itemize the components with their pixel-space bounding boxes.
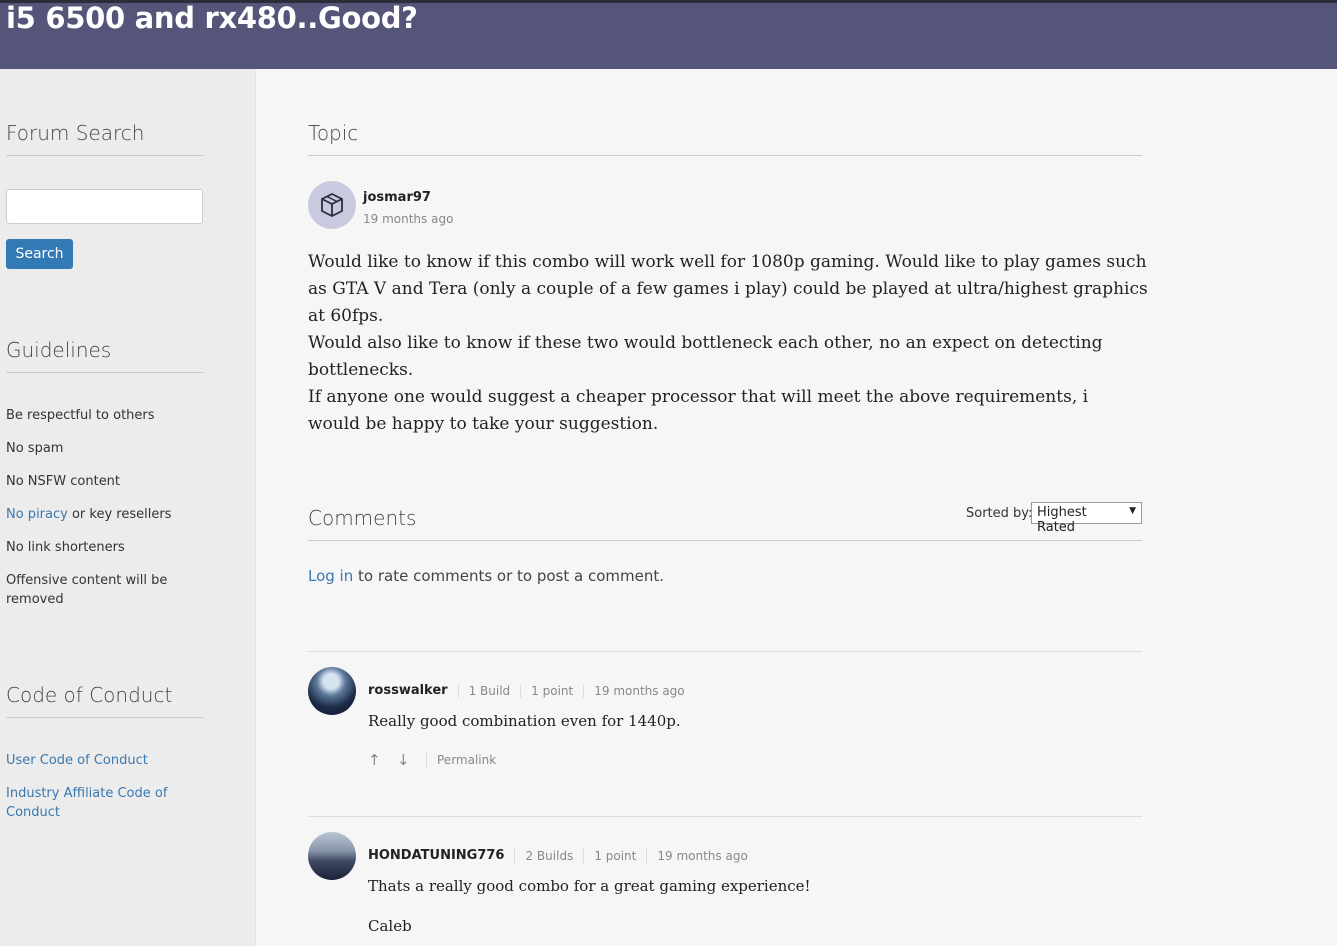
- chevron-down-icon: ▼: [1129, 506, 1136, 516]
- comment-meta: HONDATUNING776 2 Builds 1 point 19 month…: [368, 848, 748, 863]
- divider: [308, 651, 1142, 652]
- guidelines-heading: Guidelines: [6, 338, 203, 373]
- topic-timestamp[interactable]: 19 months ago: [363, 212, 453, 226]
- guideline-item: No spam: [6, 441, 64, 456]
- industry-affiliate-code-link[interactable]: Industry Affiliate Code of Conduct: [6, 784, 176, 822]
- comment-meta: rosswalker 1 Build 1 point 19 months ago: [368, 683, 685, 698]
- meta-separator: [426, 753, 427, 767]
- meta-separator: [520, 683, 522, 698]
- comment-author[interactable]: HONDATUNING776: [368, 848, 504, 863]
- comment-text: Really good combination even for 1440p.: [368, 712, 681, 730]
- topic-heading: Topic: [308, 121, 1142, 156]
- author-avatar[interactable]: [308, 181, 356, 229]
- commenter-avatar[interactable]: [308, 832, 356, 880]
- guideline-item: No piracy or key resellers: [6, 505, 196, 524]
- login-prompt-text: to rate comments or to post a comment.: [353, 567, 665, 585]
- commenter-avatar[interactable]: [308, 667, 356, 715]
- comment-timestamp[interactable]: 19 months ago: [657, 849, 747, 863]
- meta-separator: [646, 848, 648, 863]
- login-link[interactable]: Log in: [308, 567, 353, 585]
- guideline-item: No NSFW content: [6, 474, 121, 489]
- meta-separator: [583, 848, 585, 863]
- search-button[interactable]: Search: [6, 239, 73, 269]
- meta-separator: [514, 848, 516, 863]
- forum-search-heading: Forum Search: [6, 121, 203, 156]
- topic-paragraph: Would also like to know if these two wou…: [308, 333, 1103, 380]
- meta-separator: [583, 683, 585, 698]
- comment-timestamp[interactable]: 19 months ago: [594, 684, 684, 698]
- page-title: i5 6500 and rx480..Good?: [6, 1, 418, 35]
- guideline-item: Be respectful to others: [6, 408, 155, 423]
- forum-search-input[interactable]: [6, 189, 203, 224]
- no-piracy-link[interactable]: No piracy: [6, 507, 68, 522]
- downvote-icon[interactable]: ↓: [397, 751, 426, 769]
- login-prompt: Log in to rate comments or to post a com…: [308, 567, 664, 585]
- sort-select[interactable]: Highest Rated ▼: [1031, 502, 1142, 535]
- comment-builds[interactable]: 1 Build: [469, 684, 511, 698]
- comment-text: Thats a really good combo for a great ga…: [368, 877, 811, 895]
- user-code-of-conduct-link[interactable]: User Code of Conduct: [6, 751, 196, 770]
- guideline-text: or key resellers: [67, 507, 172, 522]
- sorted-by-label: Sorted by:: [966, 506, 1033, 521]
- divider: [308, 816, 1142, 817]
- topic-author[interactable]: josmar97: [363, 190, 431, 205]
- code-of-conduct-heading: Code of Conduct: [6, 683, 203, 718]
- guideline-item: No link shorteners: [6, 540, 125, 555]
- guideline-item: Offensive content will be removed: [6, 573, 168, 607]
- permalink-link[interactable]: Permalink: [437, 753, 496, 767]
- comment-signature: Caleb: [368, 917, 412, 935]
- topic-paragraph: If anyone one would suggest a cheaper pr…: [308, 387, 1089, 434]
- comment-points: 1 point: [531, 683, 574, 698]
- cube-icon: [321, 192, 343, 218]
- comment-actions: ↑ ↓ Permalink: [368, 751, 496, 769]
- topic-paragraph: Would like to know if this combo will wo…: [308, 252, 1148, 326]
- comment-builds[interactable]: 2 Builds: [525, 849, 573, 863]
- comment-author[interactable]: rosswalker: [368, 683, 448, 698]
- upvote-icon[interactable]: ↑: [368, 751, 397, 769]
- comment-points: 1 point: [594, 848, 637, 863]
- meta-separator: [457, 683, 459, 698]
- page-header: i5 6500 and rx480..Good?: [0, 0, 1337, 69]
- sidebar: Forum Search Search Guidelines Be respec…: [0, 69, 256, 946]
